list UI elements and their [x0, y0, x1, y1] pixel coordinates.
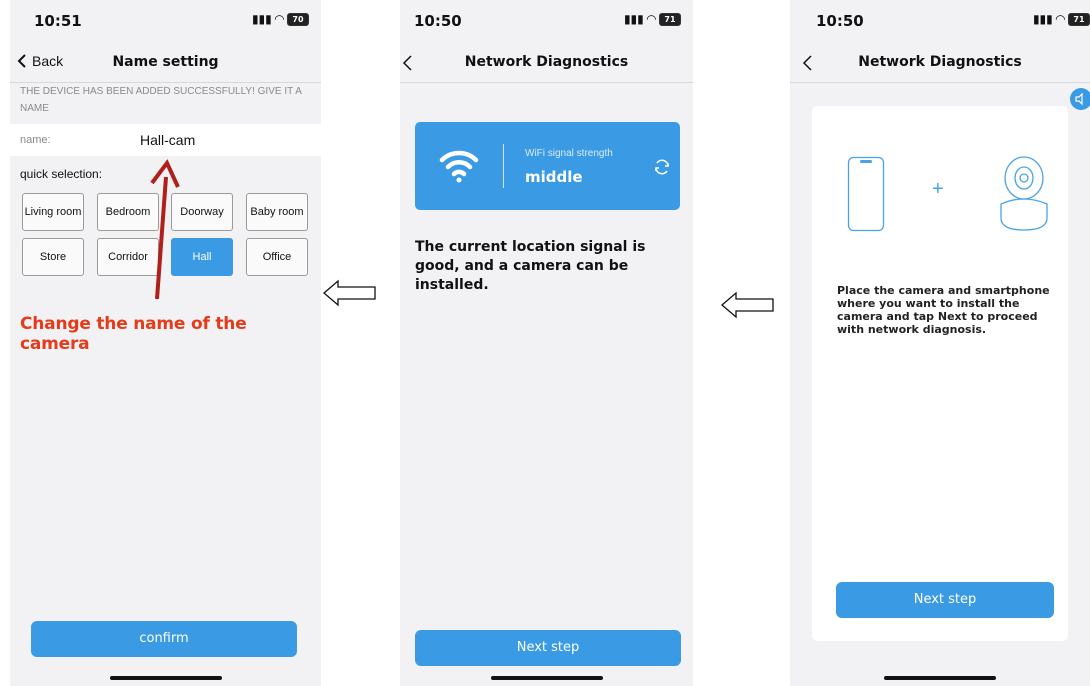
- camera-icon: [1000, 156, 1048, 231]
- battery-icon: 71: [1068, 12, 1090, 26]
- status-icons: ▮▮▮ ◠ 70: [252, 12, 309, 26]
- page-title: Network Diagnostics: [464, 54, 629, 70]
- status-time: 10:50: [414, 12, 462, 30]
- name-field[interactable]: Hall-cam: [140, 132, 195, 148]
- flow-arrow-left-icon: [323, 279, 376, 307]
- name-field-row[interactable]: name: Hall-cam: [10, 124, 321, 156]
- cellular-icon: ▮▮▮: [623, 12, 644, 26]
- card-divider: [503, 144, 504, 188]
- home-indicator: [109, 676, 222, 680]
- next-step-button[interactable]: Next step: [836, 582, 1054, 618]
- wifi-small-icon: ◠: [1055, 12, 1065, 26]
- home-indicator: [490, 676, 603, 680]
- sound-button[interactable]: [1070, 88, 1090, 110]
- speaker-icon: [1075, 92, 1083, 106]
- page-title: Network Diagnostics: [858, 54, 1022, 70]
- cellular-icon: ▮▮▮: [251, 12, 272, 26]
- status-time: 10:51: [34, 12, 82, 30]
- nav-bar: Network Diagnostics: [400, 44, 693, 83]
- wifi-small-icon: ◠: [274, 12, 284, 26]
- flow-arrow-left-icon: [721, 291, 774, 319]
- name-setting-screen: 10:51 ▮▮▮ ◠ 70 Back Name setting THE DEV…: [10, 0, 321, 686]
- refresh-icon[interactable]: [653, 158, 671, 176]
- annotation-text: Change the name of the camera: [20, 314, 247, 354]
- battery-icon: 71: [659, 12, 681, 26]
- network-result-screen: 10:50 ▮▮▮ ◠ 71 Network Diagnostics WiFi …: [400, 0, 693, 686]
- nav-bar: Network Diagnostics: [790, 44, 1090, 83]
- annotation-arrow: [150, 159, 180, 300]
- status-bar: 10:50 ▮▮▮ ◠ 71: [790, 0, 1090, 44]
- signal-message: The current location signal is good, and…: [415, 239, 646, 293]
- home-indicator: [884, 676, 996, 680]
- cellular-icon: ▮▮▮: [1032, 12, 1053, 26]
- chip-store[interactable]: Store: [22, 238, 84, 276]
- wifi-small-icon: ◠: [646, 12, 656, 26]
- wifi-strength-value: middle: [525, 168, 583, 186]
- chip-baby-room[interactable]: Baby room: [246, 193, 308, 231]
- chip-office[interactable]: Office: [246, 238, 308, 276]
- instruction-text: Place the camera and smartphone where yo…: [837, 284, 1050, 336]
- nav-bar: Back Name setting: [10, 44, 321, 83]
- instruction-card: + Place the camera and smartphone where …: [812, 106, 1068, 641]
- success-banner: THE DEVICE HAS BEEN ADDED SUCCESSFULLY! …: [20, 86, 302, 114]
- name-field-label: name:: [20, 134, 51, 146]
- status-icons: ▮▮▮ ◠ 71: [1033, 12, 1090, 26]
- confirm-button[interactable]: confirm: [31, 621, 297, 657]
- next-step-button[interactable]: Next step: [415, 630, 681, 666]
- status-icons: ▮▮▮ ◠ 71: [624, 12, 681, 26]
- quick-selection-label: quick selection:: [20, 167, 103, 181]
- plus-sign: +: [932, 178, 944, 200]
- status-time: 10:50: [816, 12, 864, 30]
- chip-living-room[interactable]: Living room: [22, 193, 84, 231]
- status-bar: 10:50 ▮▮▮ ◠ 71: [400, 0, 693, 44]
- wifi-icon: [439, 150, 479, 183]
- smartphone-icon: [847, 156, 885, 232]
- page-title: Name setting: [112, 54, 219, 70]
- wifi-strength-label: WiFi signal strength: [525, 148, 613, 159]
- battery-icon: 70: [287, 12, 309, 26]
- wifi-strength-card: WiFi signal strength middle: [415, 122, 680, 210]
- network-intro-screen: 10:50 ▮▮▮ ◠ 71 Network Diagnostics + Pla…: [790, 0, 1090, 686]
- status-bar: 10:51 ▮▮▮ ◠ 70: [10, 0, 321, 44]
